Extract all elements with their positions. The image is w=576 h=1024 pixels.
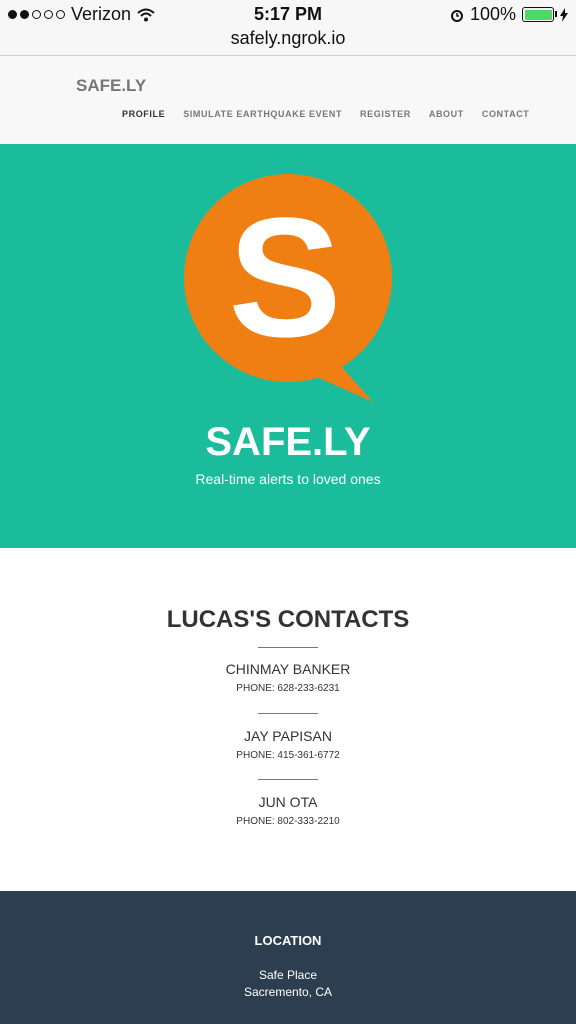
charging-icon [560, 7, 568, 22]
nav-item-contact[interactable]: CONTACT [482, 109, 530, 119]
contact-phone: PHONE: 802-333-2210 [236, 816, 340, 827]
brand-link[interactable]: SAFE.LY [76, 76, 146, 96]
hero-title: SAFE.LY [205, 420, 371, 464]
contact-item: JUN OTA PHONE: 802-333-2210 [0, 794, 576, 827]
footer-address: Safe Place Sacremento, CA [0, 967, 576, 1001]
contact-name: JUN OTA [258, 794, 318, 810]
contact-name: CHINMAY BANKER [225, 661, 351, 677]
divider [0, 647, 576, 648]
address-bar[interactable]: safely.ngrok.io [0, 26, 576, 56]
contact-item: JAY PAPISAN PHONE: 415-361-6772 [0, 728, 576, 761]
footer: LOCATION Safe Place Sacremento, CA [0, 891, 576, 1024]
divider [0, 713, 576, 714]
address-line-2: Sacremento, CA [243, 985, 333, 999]
contacts-section: LUCAS'S CONTACTS CHINMAY BANKER PHONE: 6… [0, 548, 576, 891]
divider [0, 779, 576, 780]
nav-item-profile[interactable]: PROFILE [122, 109, 165, 119]
battery-percent: 100% [469, 4, 516, 24]
alarm-icon [450, 9, 463, 22]
nav-menu: PROFILE SIMULATE EARTHQUAKE EVENT REGIST… [122, 109, 529, 119]
nav-item-simulate-earthquake[interactable]: SIMULATE EARTHQUAKE EVENT [183, 109, 342, 119]
nav-item-about[interactable]: ABOUT [429, 109, 464, 119]
contact-item: CHINMAY BANKER PHONE: 628-233-6231 [0, 661, 576, 694]
logo-icon: S [184, 174, 392, 402]
contacts-title: LUCAS'S CONTACTS [166, 606, 410, 633]
hero-tagline: Real-time alerts to loved ones [195, 471, 381, 487]
contact-phone: PHONE: 628-233-6231 [236, 683, 340, 694]
nav-item-register[interactable]: REGISTER [360, 109, 411, 119]
address-line-1: Safe Place [258, 968, 318, 982]
contact-phone: PHONE: 415-361-6772 [236, 750, 340, 761]
logo-letter: S [228, 183, 341, 373]
hero-section: S SAFE.LY Real-time alerts to loved ones [0, 144, 576, 548]
footer-heading: LOCATION [254, 933, 322, 948]
navbar: SAFE.LY PROFILE SIMULATE EARTHQUAKE EVEN… [0, 56, 576, 144]
battery-icon [522, 7, 557, 22]
contact-name: JAY PAPISAN [244, 728, 332, 744]
